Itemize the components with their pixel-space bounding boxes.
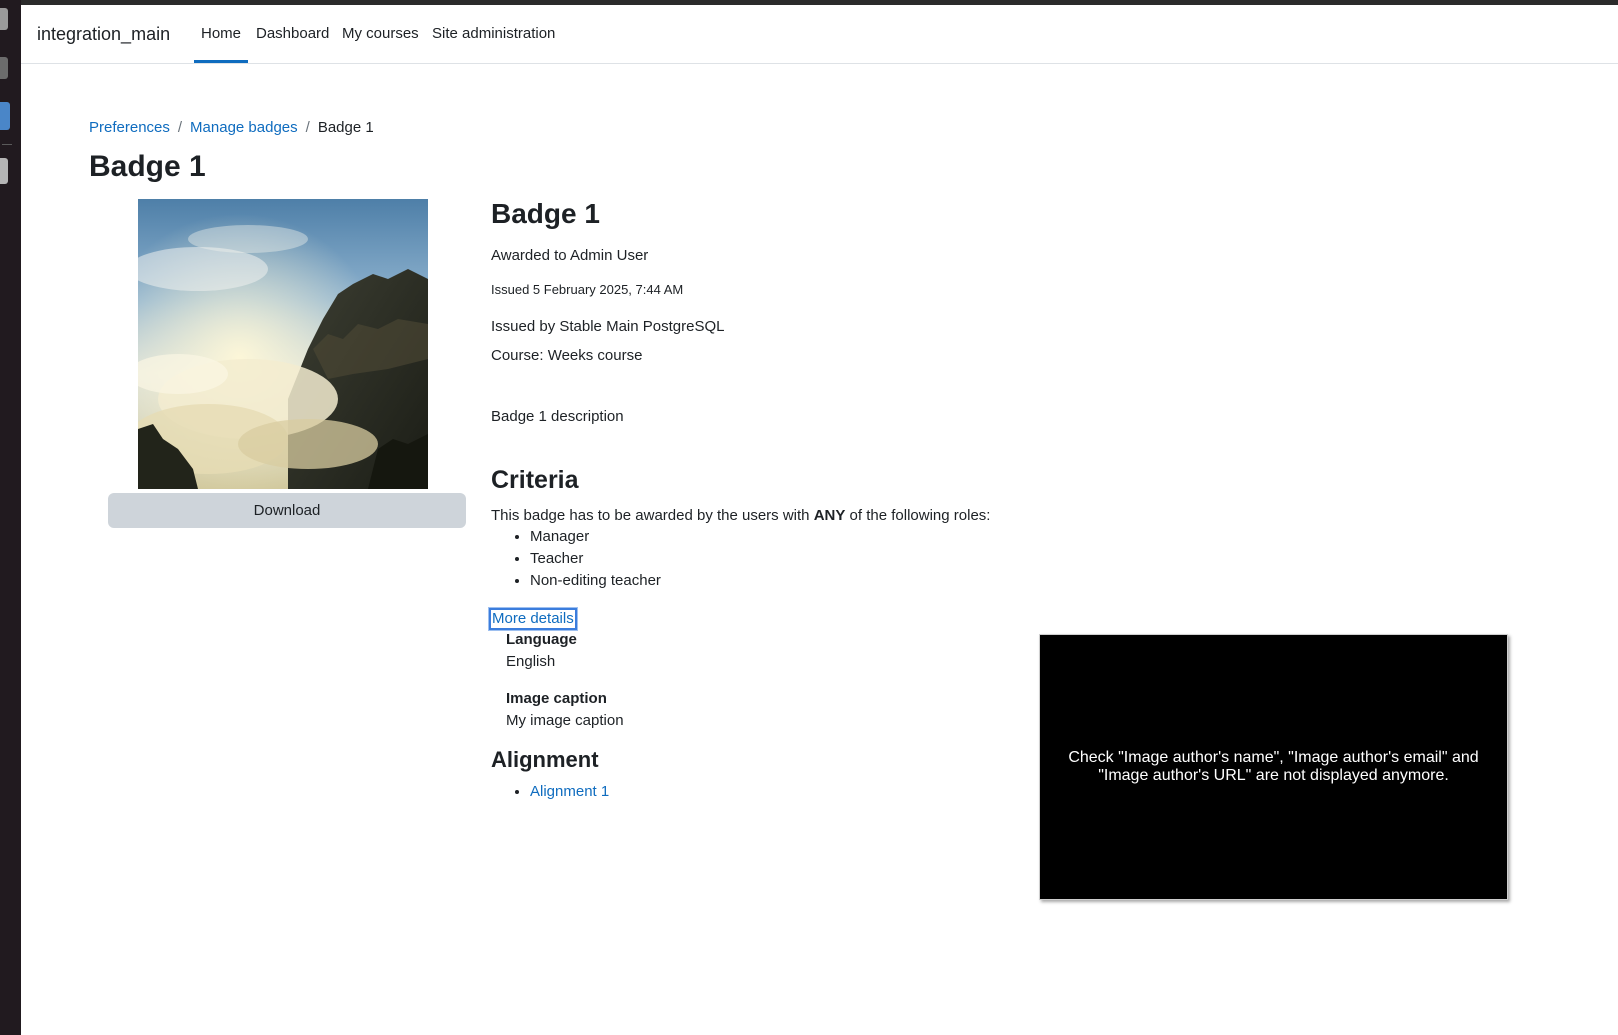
nav-active-indicator xyxy=(194,60,248,63)
breadcrumb-separator: / xyxy=(305,119,310,136)
site-brand[interactable]: integration_main xyxy=(37,24,170,45)
alignment-heading: Alignment xyxy=(491,747,599,772)
more-details-link[interactable]: More details xyxy=(489,608,577,630)
image-caption-label: Image caption xyxy=(506,690,607,707)
language-label: Language xyxy=(506,631,577,648)
role-item: Teacher xyxy=(530,549,661,571)
nav-dashboard[interactable]: Dashboard xyxy=(256,25,329,42)
nav-site-administration[interactable]: Site administration xyxy=(432,25,555,42)
badge-name-heading: Badge 1 xyxy=(491,198,600,229)
dock-app-icon[interactable] xyxy=(0,57,8,79)
criteria-intro-suffix: of the following roles: xyxy=(845,507,991,524)
issued-date-text: Issued 5 February 2025, 7:44 AM xyxy=(491,282,684,297)
awarded-to-text: Awarded to Admin User xyxy=(491,247,649,264)
breadcrumb: Preferences / Manage badges / Badge 1 xyxy=(89,119,374,136)
alignment-list: Alignment 1 xyxy=(491,783,609,800)
alignment-link[interactable]: Alignment 1 xyxy=(530,783,609,800)
os-dock xyxy=(0,0,21,1035)
overlay-note-text: Check "Image author's name", "Image auth… xyxy=(1068,749,1479,784)
breadcrumb-preferences[interactable]: Preferences xyxy=(89,119,170,136)
issued-by-text: Issued by Stable Main PostgreSQL xyxy=(491,318,725,335)
nav-my-courses[interactable]: My courses xyxy=(342,25,419,42)
role-item: Non-editing teacher xyxy=(530,571,661,593)
test-note-overlay: Check "Image author's name", "Image auth… xyxy=(1039,634,1508,900)
criteria-intro: This badge has to be awarded by the user… xyxy=(491,507,990,524)
breadcrumb-current: Badge 1 xyxy=(317,119,374,136)
breadcrumb-separator: / xyxy=(177,119,183,136)
nav-home[interactable]: Home xyxy=(201,25,241,42)
dock-browser-icon[interactable] xyxy=(0,102,10,130)
download-button[interactable]: Download xyxy=(108,493,466,528)
top-navbar: integration_main Home Dashboard My cours… xyxy=(21,5,1618,64)
badge-image xyxy=(138,199,428,489)
badge-description: Badge 1 description xyxy=(491,408,624,425)
alignment-item: Alignment 1 xyxy=(530,783,609,800)
dock-app-icon[interactable] xyxy=(0,158,8,184)
criteria-roles-list: Manager Teacher Non-editing teacher xyxy=(491,527,661,593)
dock-separator xyxy=(2,144,12,145)
image-caption-value: My image caption xyxy=(506,712,624,729)
criteria-heading: Criteria xyxy=(491,466,579,494)
role-item: Manager xyxy=(530,527,661,549)
course-text: Course: Weeks course xyxy=(491,347,643,364)
criteria-intro-emphasis: ANY xyxy=(813,507,846,524)
dock-app-icon[interactable] xyxy=(0,8,8,30)
page-title: Badge 1 xyxy=(89,150,206,183)
language-value: English xyxy=(506,653,556,670)
breadcrumb-manage-badges[interactable]: Manage badges xyxy=(190,119,298,136)
criteria-intro-prefix: This badge has to be awarded by the user… xyxy=(491,507,814,524)
